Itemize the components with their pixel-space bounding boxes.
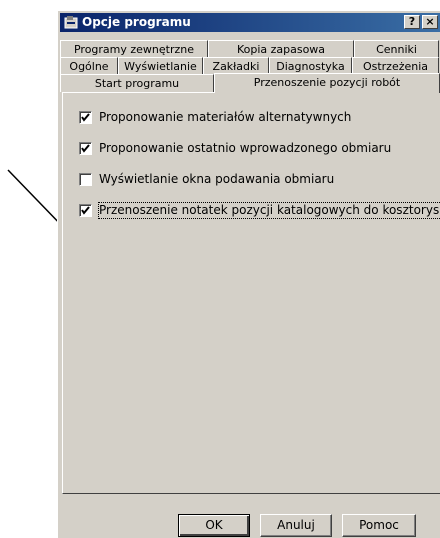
tab-start-programu[interactable]: Start programu	[60, 74, 214, 92]
tab-panel: Proponowanie materiałów alternatywnych P…	[62, 92, 440, 494]
options-dialog: Opcje programu ? × Programy zewnętrzne K…	[57, 10, 440, 538]
cancel-button[interactable]: Anuluj	[260, 514, 332, 537]
tab-wyswietlanie[interactable]: Wyświetlanie	[118, 57, 203, 75]
checkbox[interactable]	[79, 204, 92, 217]
checkmark-icon	[81, 113, 90, 122]
option-label: Przenoszenie notatek pozycji katalogowyc…	[98, 202, 440, 219]
option-label: Proponowanie materiałów alternatywnych	[99, 110, 352, 124]
settings-dialog-icon	[64, 16, 78, 29]
checkbox[interactable]	[79, 173, 92, 186]
checkmark-icon	[81, 206, 90, 215]
tab-cenniki[interactable]: Cenniki	[354, 40, 439, 58]
tab-programy-zewnetrzne[interactable]: Programy zewnętrzne	[60, 40, 208, 58]
ok-button[interactable]: OK	[178, 514, 250, 537]
help-button[interactable]: Pomoc	[342, 514, 416, 537]
help-title-button[interactable]: ?	[404, 15, 420, 29]
tab-ogolne[interactable]: Ogólne	[60, 57, 118, 75]
tab-przenoszenie-pozycji-robot[interactable]: Przenoszenie pozycji robót	[214, 73, 440, 93]
option-label: Proponowanie ostatnio wprowadzonego obmi…	[99, 141, 392, 155]
title-bar[interactable]: Opcje programu ? ×	[60, 13, 440, 32]
tab-kopia-zapasowa[interactable]: Kopia zapasowa	[208, 40, 354, 58]
checkmark-icon	[81, 144, 90, 153]
checkbox[interactable]	[79, 142, 92, 155]
close-button[interactable]: ×	[422, 15, 438, 29]
option-label: Wyświetlanie okna podawania obmiaru	[99, 172, 335, 186]
checkbox[interactable]	[79, 111, 92, 124]
window-title: Opcje programu	[82, 15, 191, 29]
